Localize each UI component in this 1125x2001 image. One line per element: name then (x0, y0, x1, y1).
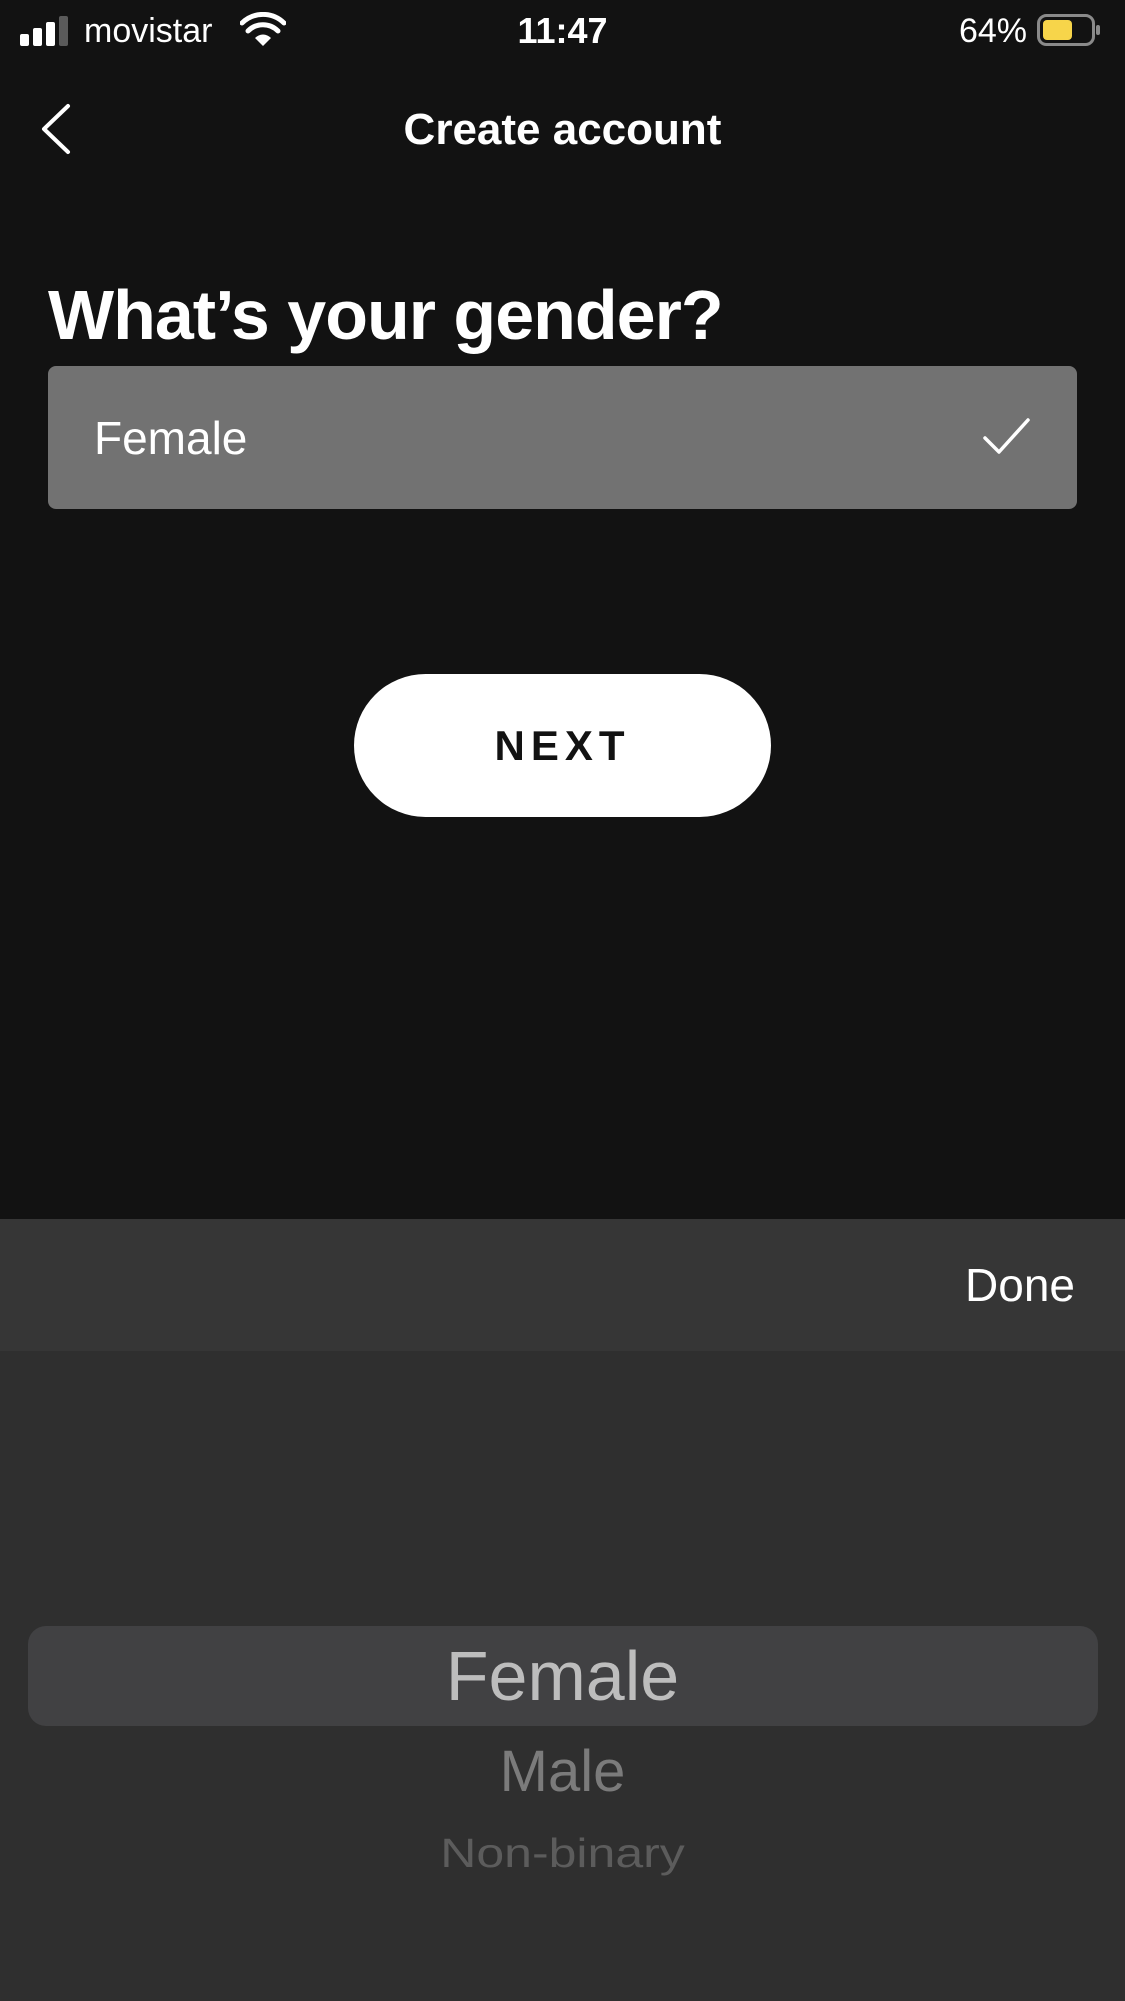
gender-field[interactable]: Female (48, 366, 1077, 509)
done-button[interactable]: Done (965, 1257, 1075, 1313)
gender-picker[interactable]: Female Male Non-binary (0, 1351, 1125, 2001)
picker-toolbar: Done (0, 1219, 1125, 1351)
picker-option-non-binary[interactable]: Non-binary (0, 1827, 1125, 1879)
battery-percent: 64% (958, 12, 1027, 50)
status-time: 11:47 (517, 10, 608, 51)
picker-option-male[interactable]: Male (0, 1736, 1125, 1808)
page-title: Create account (403, 105, 722, 154)
status-bar: movistar 11:47 64% (0, 0, 1125, 62)
gender-field-value: Female (94, 412, 248, 464)
checkmark-icon (983, 418, 1030, 454)
battery-icon (1037, 14, 1100, 46)
gender-question: What’s your gender? (48, 276, 724, 354)
next-button[interactable]: NEXT (354, 674, 771, 817)
picker-option-female[interactable]: Female (0, 1632, 1125, 1720)
